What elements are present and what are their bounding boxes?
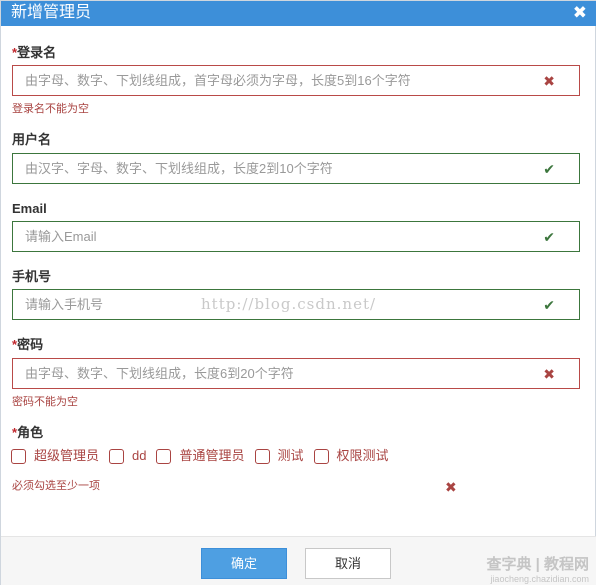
role-checkbox[interactable] xyxy=(313,448,329,464)
blog-watermark: http://blog.csdn.net/ xyxy=(201,295,377,313)
role-option-label: 测试 xyxy=(277,448,304,463)
login-input[interactable] xyxy=(13,66,579,95)
role-checkbox-group: 超级管理员 dd 普通管理员 测试 权限测试 xyxy=(11,447,399,465)
role-option[interactable]: 测试 xyxy=(254,448,304,464)
login-label-text: 登录名 xyxy=(17,45,57,60)
password-input[interactable] xyxy=(13,359,579,388)
role-option[interactable]: 权限测试 xyxy=(313,448,389,464)
close-icon[interactable]: ✖ xyxy=(573,3,587,23)
error-x-icon: ✖ xyxy=(543,73,555,89)
site-watermark-title: 查字典 | 教程网 xyxy=(486,556,589,573)
login-field: ✖ xyxy=(12,65,580,96)
role-option[interactable]: 普通管理员 xyxy=(156,448,245,464)
valid-check-icon: ✔ xyxy=(543,297,555,313)
phone-label: 手机号 xyxy=(12,269,52,284)
role-error-message: 必须勾选至少一项 xyxy=(12,480,100,492)
confirm-button[interactable]: 确定 xyxy=(201,548,287,579)
password-label: *密码 xyxy=(12,337,43,353)
role-checkbox[interactable] xyxy=(11,448,26,464)
add-admin-dialog: 新增管理员 ✖ *登录名 ✖ 登录名不能为空 用户名 ✔ Email ✔ 手机号… xyxy=(0,0,596,585)
dialog-titlebar: 新增管理员 ✖ xyxy=(1,1,596,26)
site-watermark-logo: 查字典 | 教程网 jiaocheng.chazidian.com xyxy=(486,556,589,584)
valid-check-icon: ✔ xyxy=(543,229,555,245)
username-input[interactable] xyxy=(13,154,579,183)
error-x-icon: ✖ xyxy=(543,366,555,382)
cancel-button[interactable]: 取消 xyxy=(305,548,391,579)
email-input[interactable] xyxy=(13,222,579,251)
username-field: ✔ xyxy=(12,153,580,184)
role-option[interactable]: dd xyxy=(109,448,146,464)
login-label: *登录名 xyxy=(12,45,56,61)
role-checkbox[interactable] xyxy=(254,448,270,464)
dialog-title: 新增管理员 xyxy=(11,4,92,21)
role-option-label: 超级管理员 xyxy=(34,448,100,463)
password-field: ✖ xyxy=(12,358,580,389)
dialog-footer: 确定 取消 查字典 | 教程网 jiaocheng.chazidian.com xyxy=(1,536,596,585)
role-option-label: 普通管理员 xyxy=(179,448,245,463)
role-option-label: dd xyxy=(132,448,147,463)
valid-check-icon: ✔ xyxy=(543,161,555,177)
password-error-message: 密码不能为空 xyxy=(12,396,78,408)
site-watermark-url: jiaocheng.chazidian.com xyxy=(490,574,589,584)
email-field: ✔ xyxy=(12,221,580,252)
role-label: *角色 xyxy=(12,425,43,441)
role-checkbox[interactable] xyxy=(109,448,125,464)
login-error-message: 登录名不能为空 xyxy=(12,103,89,115)
password-label-text: 密码 xyxy=(17,337,44,352)
error-x-icon: ✖ xyxy=(445,479,457,495)
role-checkbox[interactable] xyxy=(156,448,172,464)
role-label-text: 角色 xyxy=(17,425,44,440)
role-option[interactable]: 超级管理员 xyxy=(11,448,99,464)
username-label: 用户名 xyxy=(12,132,52,147)
email-label: Email xyxy=(12,201,47,216)
role-option-label: 权限测试 xyxy=(336,448,389,463)
